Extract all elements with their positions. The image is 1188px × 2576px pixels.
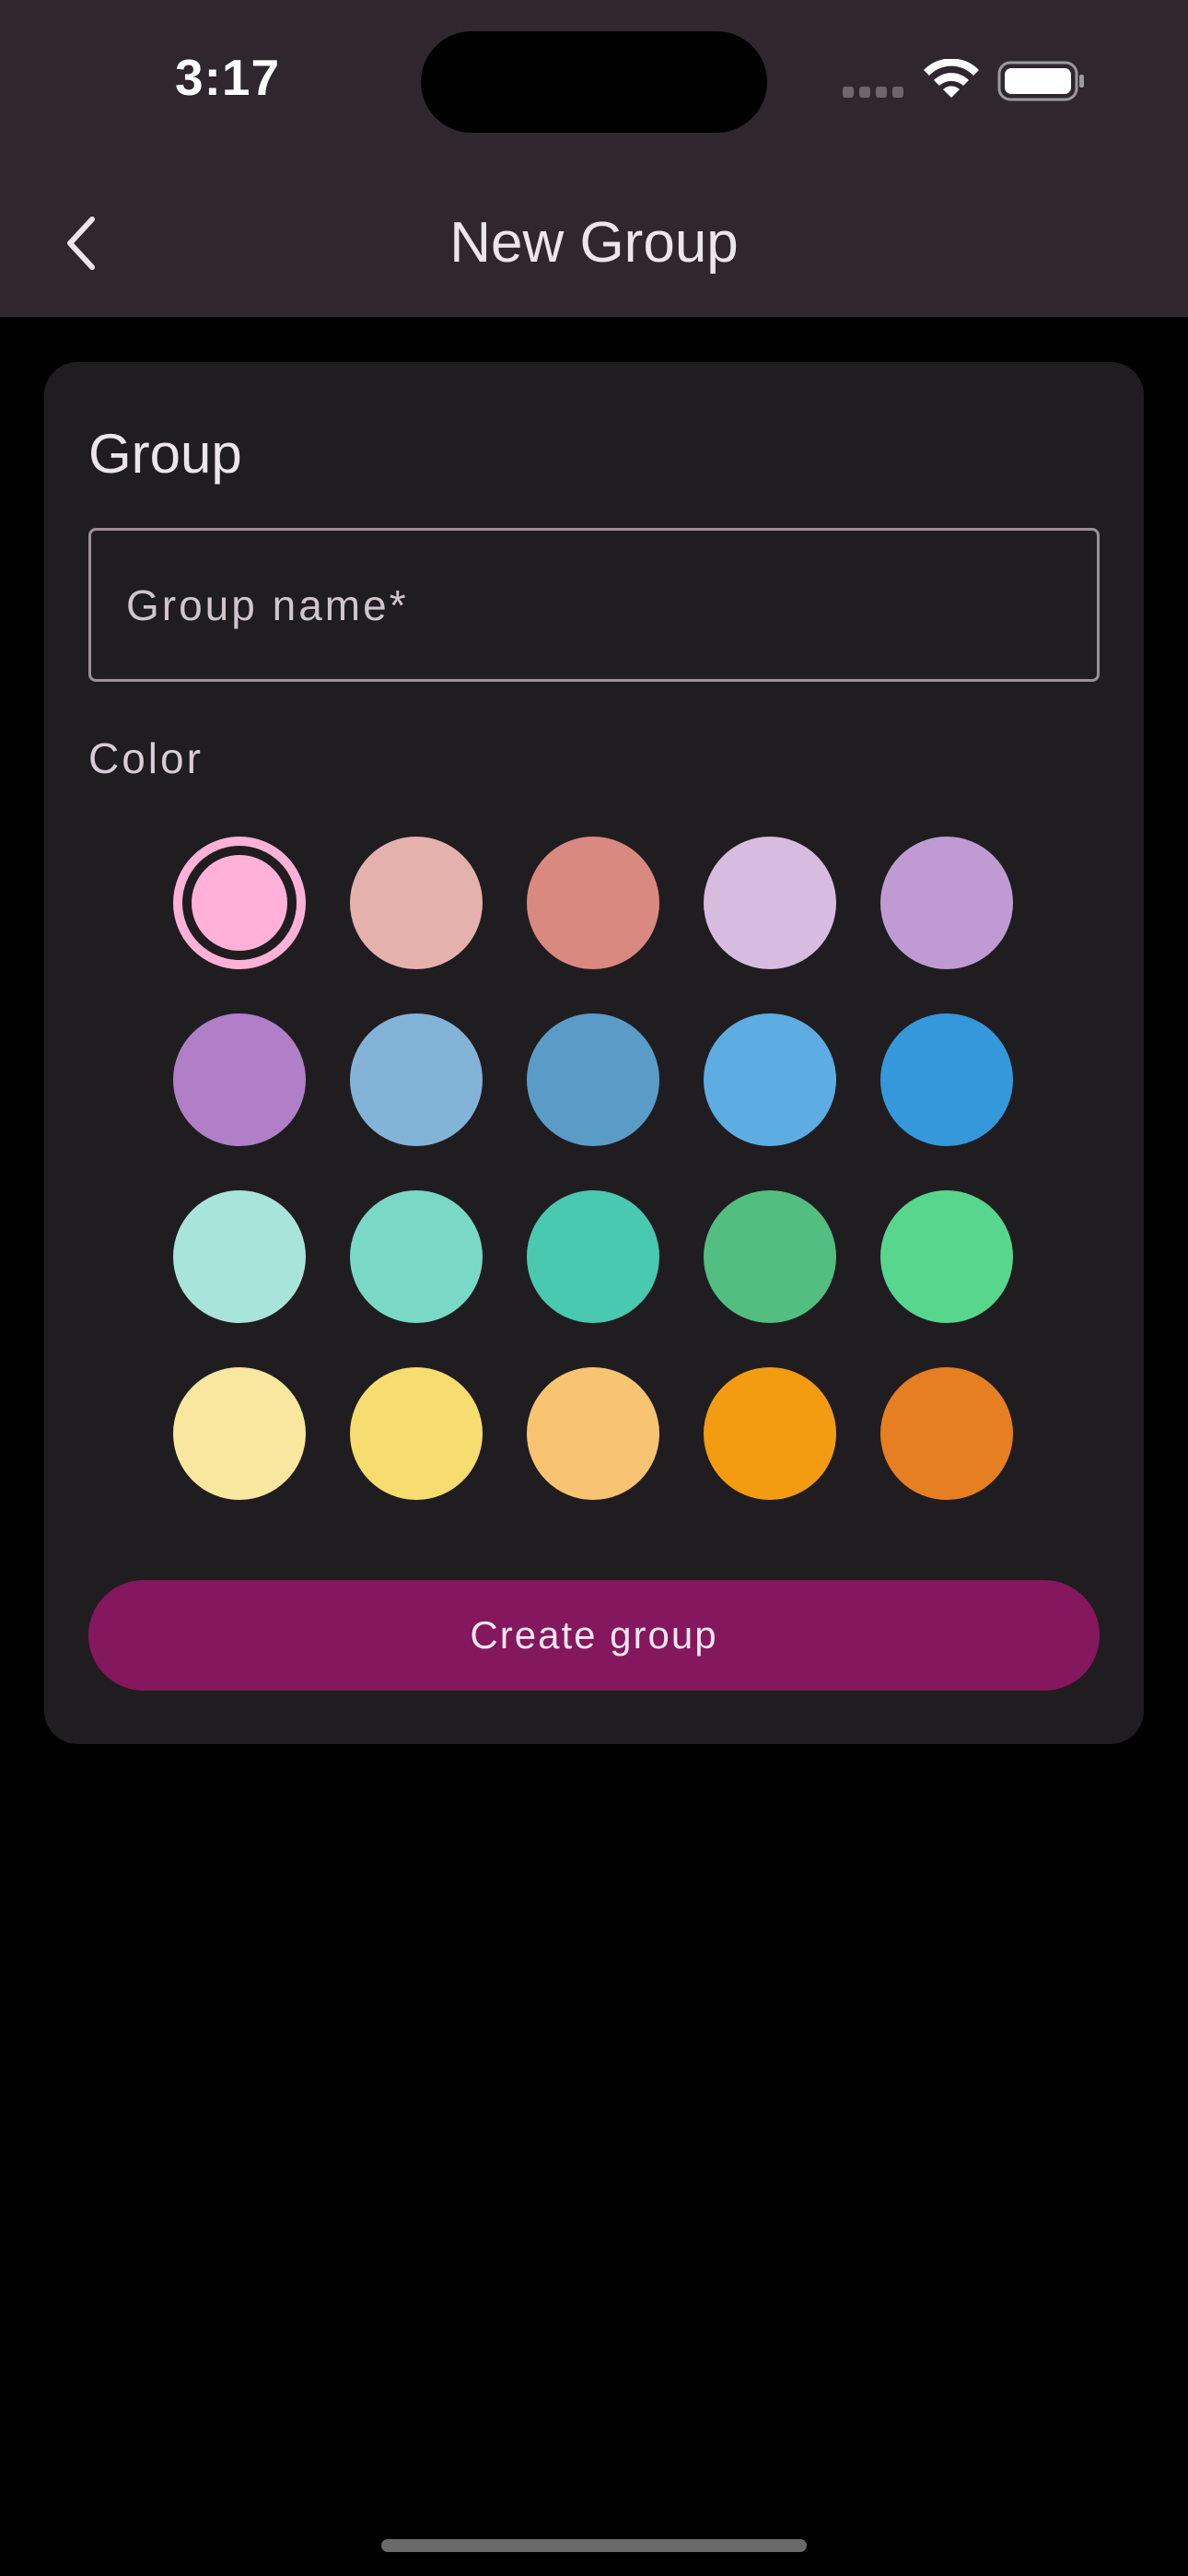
color-swatch[interactable] [704, 1190, 836, 1323]
color-swatch[interactable] [527, 1013, 659, 1146]
page-title: New Group [449, 211, 739, 275]
dynamic-island [421, 31, 767, 133]
color-swatch[interactable] [173, 1190, 306, 1323]
color-swatch[interactable] [704, 837, 836, 969]
group-name-input[interactable] [124, 579, 1097, 631]
wifi-icon [924, 59, 979, 98]
color-swatch[interactable] [350, 837, 483, 969]
status-time: 3:17 [175, 49, 281, 106]
group-name-field[interactable] [88, 528, 1100, 682]
color-label: Color [88, 734, 204, 782]
color-swatch[interactable] [527, 1367, 659, 1500]
color-swatch[interactable] [880, 837, 1013, 969]
color-swatch[interactable] [173, 1367, 306, 1500]
home-indicator [381, 2539, 807, 2552]
group-form-card: Group Color Create group [44, 362, 1144, 1744]
status-bar: 3:17 [0, 0, 1188, 166]
color-swatch[interactable] [704, 1367, 836, 1500]
color-swatch[interactable] [704, 1013, 836, 1146]
color-swatch[interactable] [173, 837, 306, 969]
color-swatch[interactable] [350, 1013, 483, 1146]
color-swatch[interactable] [350, 1367, 483, 1500]
create-group-button[interactable]: Create group [88, 1580, 1100, 1691]
color-swatch[interactable] [527, 837, 659, 969]
nav-bar: New Group [0, 166, 1188, 317]
color-swatch[interactable] [527, 1190, 659, 1323]
color-swatch[interactable] [880, 1190, 1013, 1323]
color-swatch[interactable] [173, 1013, 306, 1146]
section-title: Group [88, 423, 242, 485]
signal-icon [843, 87, 903, 98]
color-swatch-grid [173, 837, 1057, 1500]
color-swatch[interactable] [880, 1013, 1013, 1146]
battery-icon [997, 61, 1084, 101]
color-swatch[interactable] [880, 1367, 1013, 1500]
color-swatch[interactable] [350, 1190, 483, 1323]
